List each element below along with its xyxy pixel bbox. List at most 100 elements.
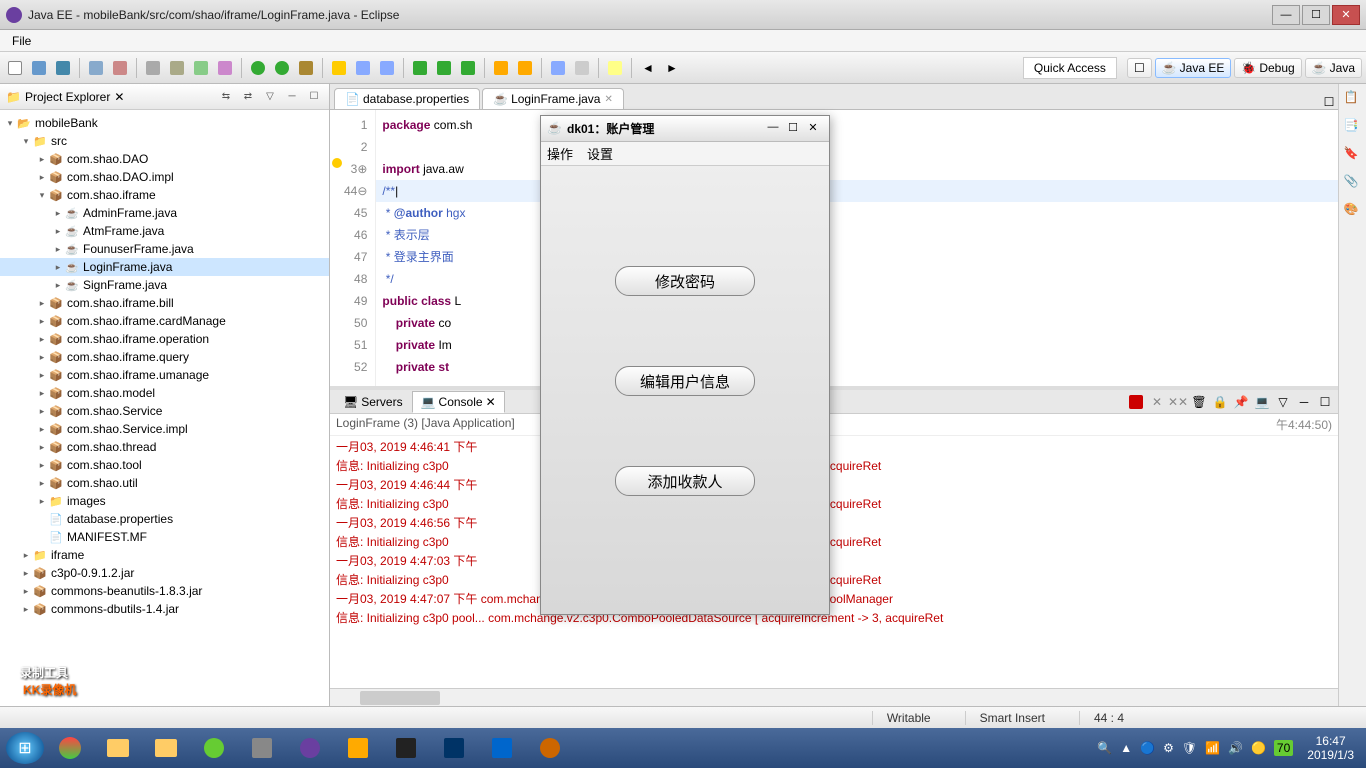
tree-package[interactable]: ▸📦com.shao.Service xyxy=(0,402,329,420)
scroll-lock-button[interactable]: 🔒 xyxy=(1211,393,1229,411)
open-console-button[interactable]: ▽ xyxy=(1274,393,1292,411)
quick-access[interactable]: Quick Access xyxy=(1023,57,1117,79)
pin-console-button[interactable]: 📌 xyxy=(1232,393,1250,411)
tree-package[interactable]: ▸📦com.shao.iframe.umanage xyxy=(0,366,329,384)
close-button[interactable]: ✕ xyxy=(1332,5,1360,25)
minimize-button[interactable]: — xyxy=(1272,5,1300,25)
code-content[interactable]: package com.sh import java.aw /** * @aut… xyxy=(376,110,1338,386)
tree-jar[interactable]: ▸📦c3p0-0.9.1.2.jar xyxy=(0,564,329,582)
maximize-editor-icon[interactable]: ☐ xyxy=(1320,95,1338,109)
display-console-button[interactable]: 💻 xyxy=(1253,393,1271,411)
tray-battery-icon[interactable]: 70 xyxy=(1274,740,1293,756)
taskbar-item[interactable] xyxy=(240,731,284,765)
tree-package[interactable]: ▸📦com.shao.model xyxy=(0,384,329,402)
debug-button[interactable] xyxy=(247,57,269,79)
new-button[interactable] xyxy=(4,57,26,79)
minimize-view-icon[interactable]: ─ xyxy=(283,88,301,106)
tree-folder[interactable]: ▸📁images xyxy=(0,492,329,510)
perspective-debug[interactable]: 🐞 Debug xyxy=(1234,58,1301,78)
tree-project[interactable]: ▾📂mobileBank xyxy=(0,114,329,132)
tree-package[interactable]: ▸📦com.shao.tool xyxy=(0,456,329,474)
perspective-java[interactable]: ☕ Java xyxy=(1305,58,1362,78)
toolbar-btn[interactable] xyxy=(352,57,374,79)
save-all-button[interactable] xyxy=(52,57,74,79)
tree-file[interactable]: 📄database.properties xyxy=(0,510,329,528)
dialog-menu-settings[interactable]: 设置 xyxy=(587,144,613,163)
tree-package[interactable]: ▸📦com.shao.DAO.impl xyxy=(0,168,329,186)
taskbar-wps[interactable] xyxy=(480,731,524,765)
tree-package-open[interactable]: ▾📦com.shao.iframe xyxy=(0,186,329,204)
tree-jar[interactable]: ▸📦commons-dbutils-1.4.jar xyxy=(0,600,329,618)
tree-java-file[interactable]: ▸☕AtmFrame.java xyxy=(0,222,329,240)
toolbar-btn[interactable] xyxy=(376,57,398,79)
minimize-console-icon[interactable]: ─ xyxy=(1295,393,1313,411)
dialog-maximize-button[interactable]: ☐ xyxy=(783,121,803,137)
taskbar-intellij[interactable] xyxy=(384,731,428,765)
project-tree[interactable]: ▾📂mobileBank ▾📁src ▸📦com.shao.DAO ▸📦com.… xyxy=(0,110,329,706)
taskbar-chrome[interactable] xyxy=(48,731,92,765)
console-scrollbar[interactable] xyxy=(330,688,1338,706)
toolbar-btn[interactable] xyxy=(547,57,569,79)
system-tray[interactable]: 🔍 ▲ 🔵 ⚙ 🛡 📶 🔊 🟡 70 16:47 2019/1/3 xyxy=(1097,734,1360,762)
tree-package[interactable]: ▸📦com.shao.Service.impl xyxy=(0,420,329,438)
tray-volume-icon[interactable]: 🔊 xyxy=(1228,741,1243,755)
task-list-icon[interactable]: 📑 xyxy=(1344,118,1362,136)
snippets-icon[interactable]: 📎 xyxy=(1344,174,1362,192)
perspective-javaee[interactable]: ☕ Java EE xyxy=(1155,58,1232,78)
view-menu-icon[interactable]: ▽ xyxy=(261,88,279,106)
console-tab[interactable]: 💻 Console ✕ xyxy=(412,391,505,413)
tree-java-file-selected[interactable]: ▸☕LoginFrame.java xyxy=(0,258,329,276)
toolbar-btn[interactable] xyxy=(433,57,455,79)
tray-search-icon[interactable]: 🔍 xyxy=(1097,741,1112,755)
close-icon[interactable]: ✕ xyxy=(604,94,612,105)
toolbar-btn[interactable] xyxy=(295,57,317,79)
taskbar-item[interactable] xyxy=(192,731,236,765)
tree-file[interactable]: 📄MANIFEST.MF xyxy=(0,528,329,546)
tray-icon[interactable]: 🛡 xyxy=(1182,741,1197,755)
start-button[interactable]: ⊞ xyxy=(6,732,44,764)
tree-java-file[interactable]: ▸☕SignFrame.java xyxy=(0,276,329,294)
tree-package[interactable]: ▸📦com.shao.iframe.bill xyxy=(0,294,329,312)
taskbar-item[interactable] xyxy=(144,731,188,765)
change-password-button[interactable]: 修改密码 xyxy=(615,266,755,296)
terminate-button[interactable] xyxy=(1127,393,1145,411)
taskbar-eclipse[interactable] xyxy=(288,731,332,765)
tree-package[interactable]: ▸📦com.shao.iframe.cardManage xyxy=(0,312,329,330)
search-button[interactable] xyxy=(604,57,626,79)
servers-tab[interactable]: 🖥 Servers xyxy=(334,391,412,413)
forward-button[interactable]: ► xyxy=(661,57,683,79)
tray-icon[interactable]: ▲ xyxy=(1120,741,1132,755)
editor-tab[interactable]: 📄database.properties xyxy=(334,88,480,109)
toolbar-btn[interactable] xyxy=(514,57,536,79)
toolbar-btn[interactable] xyxy=(190,57,212,79)
code-editor[interactable]: 1 2 3⊕ 44⊖ 45 46 47 48 49 50 51 52 packa… xyxy=(330,110,1338,390)
toolbar-btn[interactable] xyxy=(214,57,236,79)
collapse-all-icon[interactable]: ⇆ xyxy=(217,88,235,106)
toolbar-btn[interactable] xyxy=(328,57,350,79)
toolbar-btn[interactable] xyxy=(142,57,164,79)
tree-java-file[interactable]: ▸☕AdminFrame.java xyxy=(0,204,329,222)
tray-icon[interactable]: ⚙ xyxy=(1163,741,1174,755)
tree-folder[interactable]: ▸📁iframe xyxy=(0,546,329,564)
tray-network-icon[interactable]: 📶 xyxy=(1205,741,1220,755)
remove-launch-button[interactable]: ✕ xyxy=(1148,393,1166,411)
tray-icon[interactable]: 🟡 xyxy=(1251,741,1266,755)
maximize-view-icon[interactable]: ☐ xyxy=(305,88,323,106)
tree-package[interactable]: ▸📦com.shao.iframe.operation xyxy=(0,330,329,348)
tree-package[interactable]: ▸📦com.shao.util xyxy=(0,474,329,492)
tray-icon[interactable]: 🔵 xyxy=(1140,741,1155,755)
tree-package[interactable]: ▸📦com.shao.thread xyxy=(0,438,329,456)
remove-all-button[interactable]: ✕✕ xyxy=(1169,393,1187,411)
palette-icon[interactable]: 🎨 xyxy=(1344,202,1362,220)
run-button[interactable] xyxy=(271,57,293,79)
markers-icon[interactable]: 🔖 xyxy=(1344,146,1362,164)
dialog-minimize-button[interactable]: — xyxy=(763,121,783,137)
toolbar-btn[interactable] xyxy=(109,57,131,79)
taskbar-photoshop[interactable] xyxy=(432,731,476,765)
maximize-button[interactable]: ☐ xyxy=(1302,5,1330,25)
menu-file[interactable]: File xyxy=(4,32,39,50)
tree-package[interactable]: ▸📦com.shao.DAO xyxy=(0,150,329,168)
tree-package[interactable]: ▸📦com.shao.iframe.query xyxy=(0,348,329,366)
maximize-console-icon[interactable]: ☐ xyxy=(1316,393,1334,411)
link-editor-icon[interactable]: ⇄ xyxy=(239,88,257,106)
